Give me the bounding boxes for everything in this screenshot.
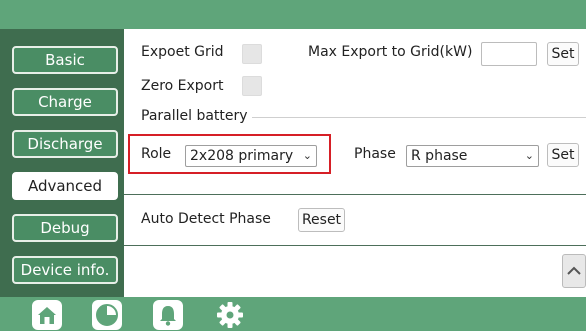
chevron-down-icon: ⌄ <box>524 149 534 162</box>
phase-set-button[interactable]: Set <box>547 143 579 167</box>
bottom-nav-bar <box>0 297 586 331</box>
max-export-input[interactable] <box>481 42 537 66</box>
role-select[interactable]: 2x208 primary ⌄ <box>185 145 317 167</box>
sidebar-item-advanced[interactable]: Advanced <box>12 172 118 200</box>
sidebar-item-label: Device info. <box>20 261 110 279</box>
zero-export-label: Zero Export <box>141 78 224 94</box>
auto-detect-phase-label: Auto Detect Phase <box>141 211 271 227</box>
phase-select-value: R phase <box>411 148 468 164</box>
gear-icon[interactable] <box>215 300 245 330</box>
expoet-grid-checkbox[interactable] <box>242 44 262 64</box>
chevron-down-icon: ⌄ <box>302 149 312 162</box>
sidebar-item-label: Charge <box>38 93 92 111</box>
sidebar: Basic Charge Discharge Advanced Debug De… <box>0 29 124 297</box>
role-select-value: 2x208 primary <box>190 148 294 164</box>
phase-label: Phase <box>354 146 396 162</box>
home-icon[interactable] <box>32 300 62 330</box>
bell-icon[interactable] <box>153 300 183 330</box>
phase-select[interactable]: R phase ⌄ <box>406 145 539 167</box>
max-export-set-button[interactable]: Set <box>547 42 579 66</box>
sidebar-item-charge[interactable]: Charge <box>12 88 118 116</box>
sidebar-item-label: Debug <box>40 219 90 237</box>
scroll-up-button[interactable] <box>562 254 586 288</box>
sidebar-item-label: Basic <box>45 51 85 69</box>
zero-export-checkbox[interactable] <box>242 76 262 96</box>
sidebar-item-device-info[interactable]: Device info. <box>12 256 118 284</box>
role-label: Role <box>141 146 172 162</box>
sidebar-item-label: Advanced <box>27 177 103 195</box>
section-divider <box>124 194 586 195</box>
sidebar-item-basic[interactable]: Basic <box>12 46 118 74</box>
reset-button[interactable]: Reset <box>298 208 345 232</box>
sidebar-item-label: Discharge <box>27 135 103 153</box>
sidebar-item-discharge[interactable]: Discharge <box>12 130 118 158</box>
pie-chart-icon[interactable] <box>92 300 122 330</box>
section-divider <box>252 117 586 118</box>
sidebar-item-debug[interactable]: Debug <box>12 214 118 242</box>
top-bar <box>0 0 586 29</box>
chevron-up-icon <box>567 266 581 275</box>
parallel-battery-heading: Parallel battery <box>141 108 248 124</box>
max-export-label: Max Export to Grid(kW) <box>308 44 473 60</box>
section-divider <box>124 245 586 246</box>
expoet-grid-label: Expoet Grid <box>141 44 224 60</box>
